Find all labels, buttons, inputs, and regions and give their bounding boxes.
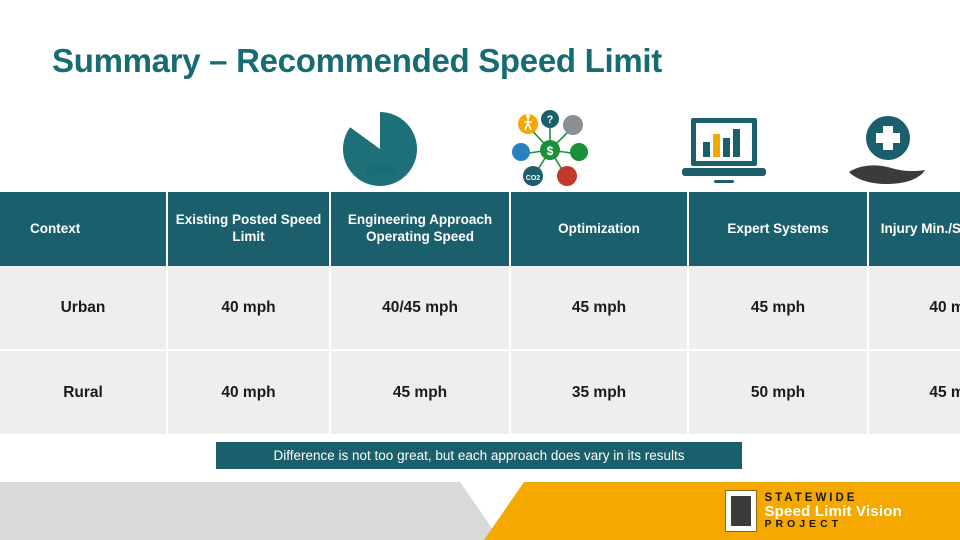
cell-existing-posted-speed-limit: 40 mph [167,266,331,351]
cell-optimization: 45 mph [510,266,689,351]
svg-text:?: ? [547,114,554,126]
caption-banner: Difference is not too great, but each ap… [216,442,742,469]
cell-context: Rural [0,350,168,434]
col-header-engineering-approach-operating-speed: Engineering Approach Operating Speed [330,192,511,266]
col-header-context: Context [0,192,168,266]
col-header-expert-systems: Expert Systems [688,192,869,266]
svg-text:CO2: CO2 [526,175,541,182]
col-header-existing-posted-speed-limit: Existing Posted Speed Limit [167,192,331,266]
cell-engineering-approach-operating-speed: 40/45 mph [330,266,511,351]
cell-engineering-approach-operating-speed: 45 mph [330,350,511,434]
logo-line-statewide: STATEWIDE [764,491,858,504]
logo-line-speed-limit-vision: Speed Limit Vision [764,502,902,520]
cell-injury-min-safe-system: 40 mph [868,266,960,351]
cell-expert-systems: 45 mph [688,266,869,351]
table-row: Urban 40 mph 40/45 mph 45 mph 45 mph 40 … [0,266,960,351]
engineering-factors-wheel-slot: $ ? CO2 [510,110,590,192]
project-logo: STATEWIDE Speed Limit Vision PROJECT [725,490,902,532]
pie-chart-label: 85% [364,162,396,179]
page-title: Summary – Recommended Speed Limit [52,42,662,79]
footer: STATEWIDE Speed Limit Vision PROJECT [0,482,960,540]
table-row: Rural 40 mph 45 mph 35 mph 50 mph 45 mph [0,350,960,434]
cell-injury-min-safe-system: 45 mph [868,350,960,434]
table-header-row: Context Existing Posted Speed Limit Engi… [0,192,960,266]
pie-chart-85-slot: 85% [343,112,421,194]
pie-chart-85-icon: 85% [343,112,421,190]
laptop-bar-chart-slot [678,116,770,198]
logo-mark-icon [725,490,758,532]
hand-medical-cross-icon [845,114,931,190]
summary-table-wrap: Context Existing Posted Speed Limit Engi… [0,192,960,434]
laptop-bar-chart-icon [678,116,770,188]
engineering-factors-wheel-icon: $ ? CO2 [510,110,590,190]
cell-context: Urban [0,266,168,351]
cell-existing-posted-speed-limit: 40 mph [167,350,331,434]
hand-medical-cross-slot [845,114,931,196]
cell-expert-systems: 50 mph [688,350,869,434]
cell-optimization: 35 mph [510,350,689,434]
logo-line-project: PROJECT [764,518,843,531]
col-header-injury-min-safe-system: Injury Min./Safe System [868,192,960,266]
col-header-optimization: Optimization [510,192,689,266]
logo-mark-inner-shape [731,496,752,526]
icon-band: 85% $ ? CO2 [0,110,960,192]
footer-grey-band [0,482,500,540]
summary-table: Context Existing Posted Speed Limit Engi… [0,192,960,434]
logo-text: STATEWIDE Speed Limit Vision PROJECT [764,492,902,531]
svg-text:$: $ [547,144,554,158]
